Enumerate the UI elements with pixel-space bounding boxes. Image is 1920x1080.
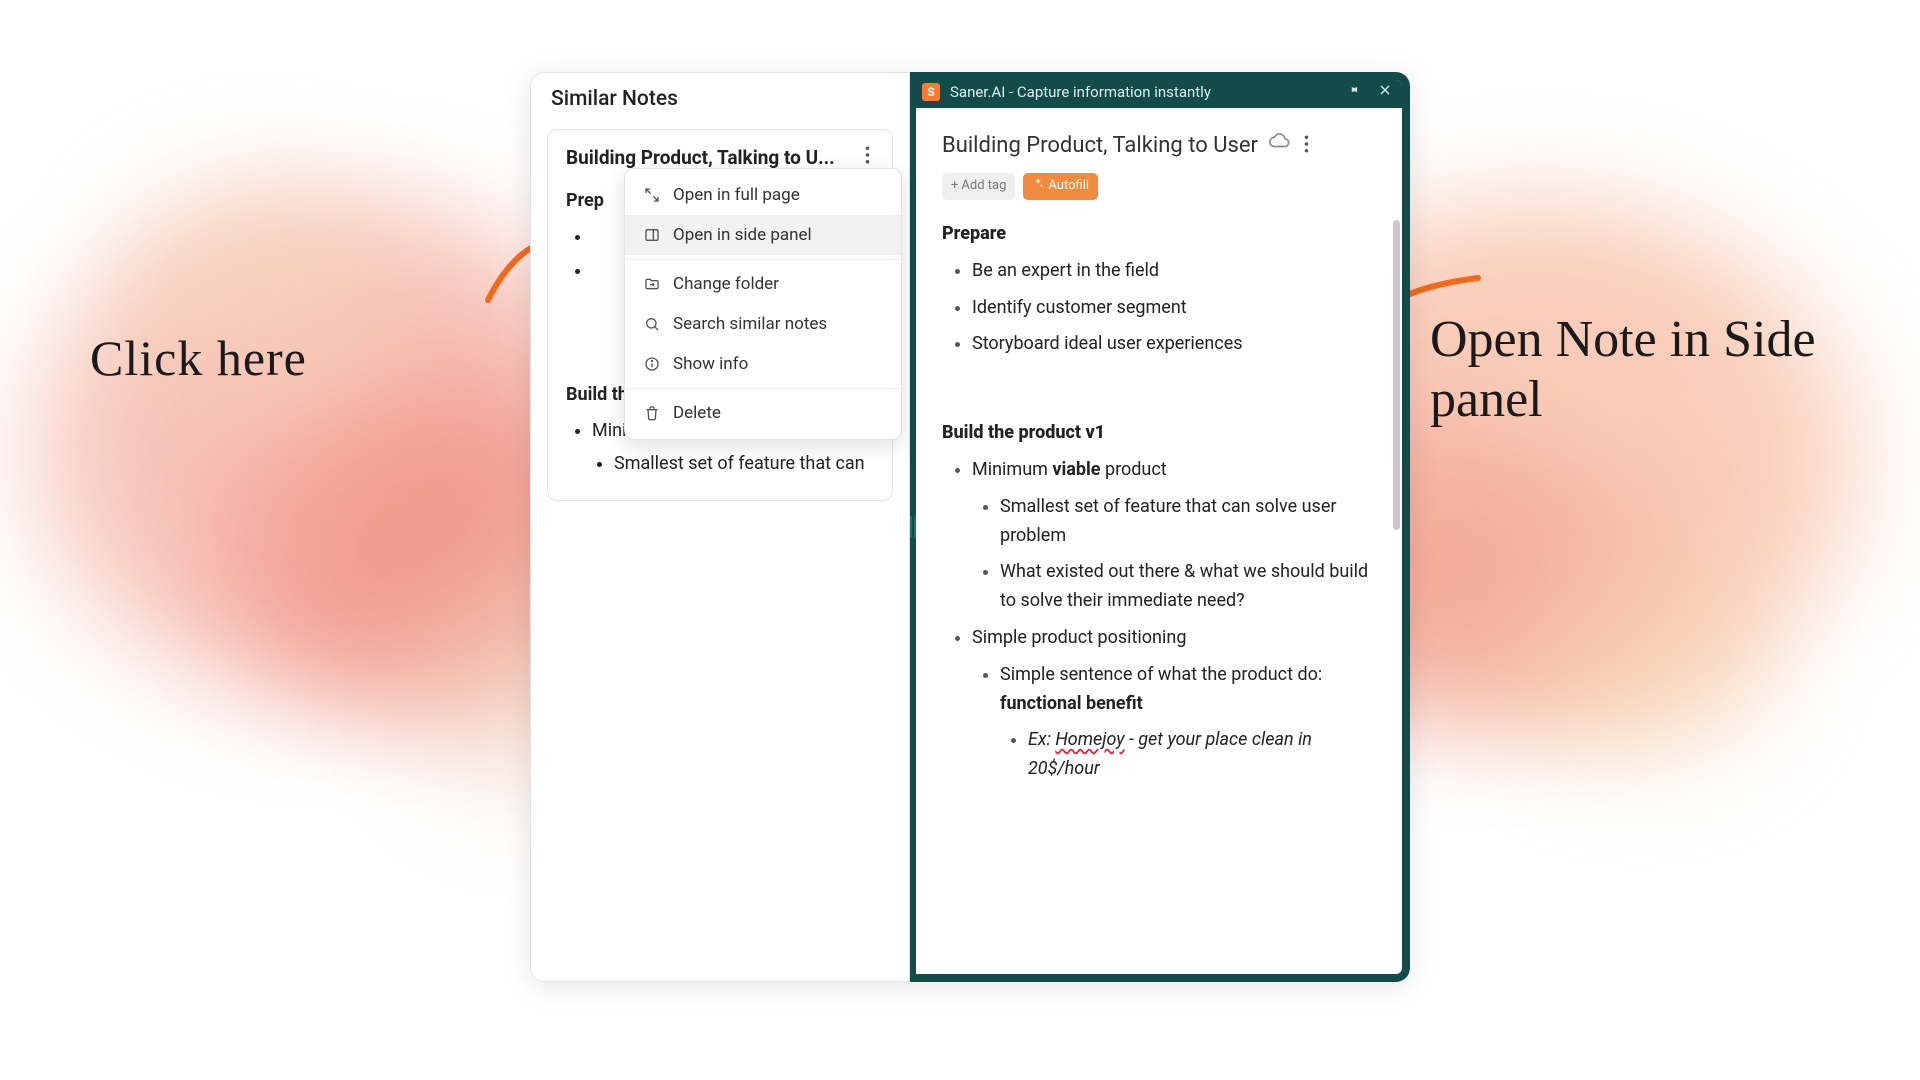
folder-move-icon xyxy=(643,275,661,293)
menu-item-label: Open in full page xyxy=(673,185,800,205)
section-heading: Prepare xyxy=(942,220,1376,249)
search-icon xyxy=(643,315,661,333)
menu-search-similar[interactable]: Search similar notes xyxy=(625,304,901,344)
side-panel-titlebar: S Saner.AI - Capture information instant… xyxy=(912,76,1406,108)
menu-open-full-page[interactable]: Open in full page xyxy=(625,175,901,215)
app-logo-icon: S xyxy=(922,83,940,101)
list-item: Storyboard ideal user experiences xyxy=(972,330,1376,359)
list-item: Ex: Homejoy - get your place clean in 20… xyxy=(1028,726,1376,784)
list-item: Minimum viable product Smallest set of f… xyxy=(972,456,1376,616)
note-card-title: Building Product, Talking to U... xyxy=(566,146,861,169)
autofill-label: Autofill xyxy=(1048,176,1089,197)
list-item: What existed out there & what we should … xyxy=(1000,558,1376,616)
pin-button[interactable] xyxy=(1342,81,1364,103)
menu-item-label: Search similar notes xyxy=(673,314,827,334)
expand-icon xyxy=(643,186,661,204)
list-item: Smallest set of feature that can solve u… xyxy=(1000,493,1376,551)
note-more-button[interactable] xyxy=(1300,130,1313,162)
list-item: Simple product positioning Simple senten… xyxy=(972,624,1376,784)
sparkle-icon xyxy=(1032,176,1044,197)
section-heading: Build the product v1 xyxy=(942,419,1376,448)
menu-item-label: Open in side panel xyxy=(673,225,812,245)
app-window: Similar Notes Building Product, Talking … xyxy=(530,72,1410,982)
menu-open-side-panel[interactable]: Open in side panel xyxy=(625,215,901,255)
menu-item-label: Delete xyxy=(673,403,721,423)
bg-watercolor xyxy=(1510,560,1770,760)
note-card-context-menu: Open in full page Open in side panel Cha… xyxy=(624,168,902,440)
note-card-more-button[interactable] xyxy=(861,146,874,169)
list-item: Simple sentence of what the product do: … xyxy=(1000,661,1376,784)
menu-change-folder[interactable]: Change folder xyxy=(625,264,901,304)
list-item: Be an expert in the field xyxy=(972,257,1376,286)
add-tag-button[interactable]: + Add tag xyxy=(942,173,1015,200)
menu-delete[interactable]: Delete xyxy=(625,393,901,433)
menu-show-info[interactable]: Show info xyxy=(625,344,901,384)
pane-resize-handle[interactable] xyxy=(907,507,919,547)
side-panel-icon xyxy=(643,226,661,244)
annotation-click-here: Click here xyxy=(90,330,307,388)
trash-icon xyxy=(643,404,661,422)
menu-item-label: Show info xyxy=(673,354,748,374)
plus-icon: + xyxy=(951,176,958,197)
scrollbar-thumb[interactable] xyxy=(1393,220,1400,530)
add-tag-label: Add tag xyxy=(961,176,1006,197)
side-panel-pane: S Saner.AI - Capture information instant… xyxy=(910,72,1410,982)
list-item: Identify customer segment xyxy=(972,294,1376,323)
similar-notes-header: Similar Notes xyxy=(531,73,909,129)
menu-separator xyxy=(625,259,901,260)
cloud-sync-icon xyxy=(1268,130,1290,162)
close-button[interactable] xyxy=(1374,81,1396,103)
note-card[interactable]: Building Product, Talking to U... Prep B… xyxy=(547,129,893,501)
autofill-button[interactable]: Autofill xyxy=(1023,173,1098,200)
similar-notes-pane: Similar Notes Building Product, Talking … xyxy=(530,72,910,982)
menu-item-label: Change folder xyxy=(673,274,779,294)
info-icon xyxy=(643,355,661,373)
app-title: Saner.AI - Capture information instantly xyxy=(950,83,1211,101)
note-content: Building Product, Talking to User + Add … xyxy=(916,108,1402,970)
note-title: Building Product, Talking to User xyxy=(942,128,1258,163)
menu-separator xyxy=(625,388,901,389)
list-item: Smallest set of feature that can xyxy=(614,450,874,478)
